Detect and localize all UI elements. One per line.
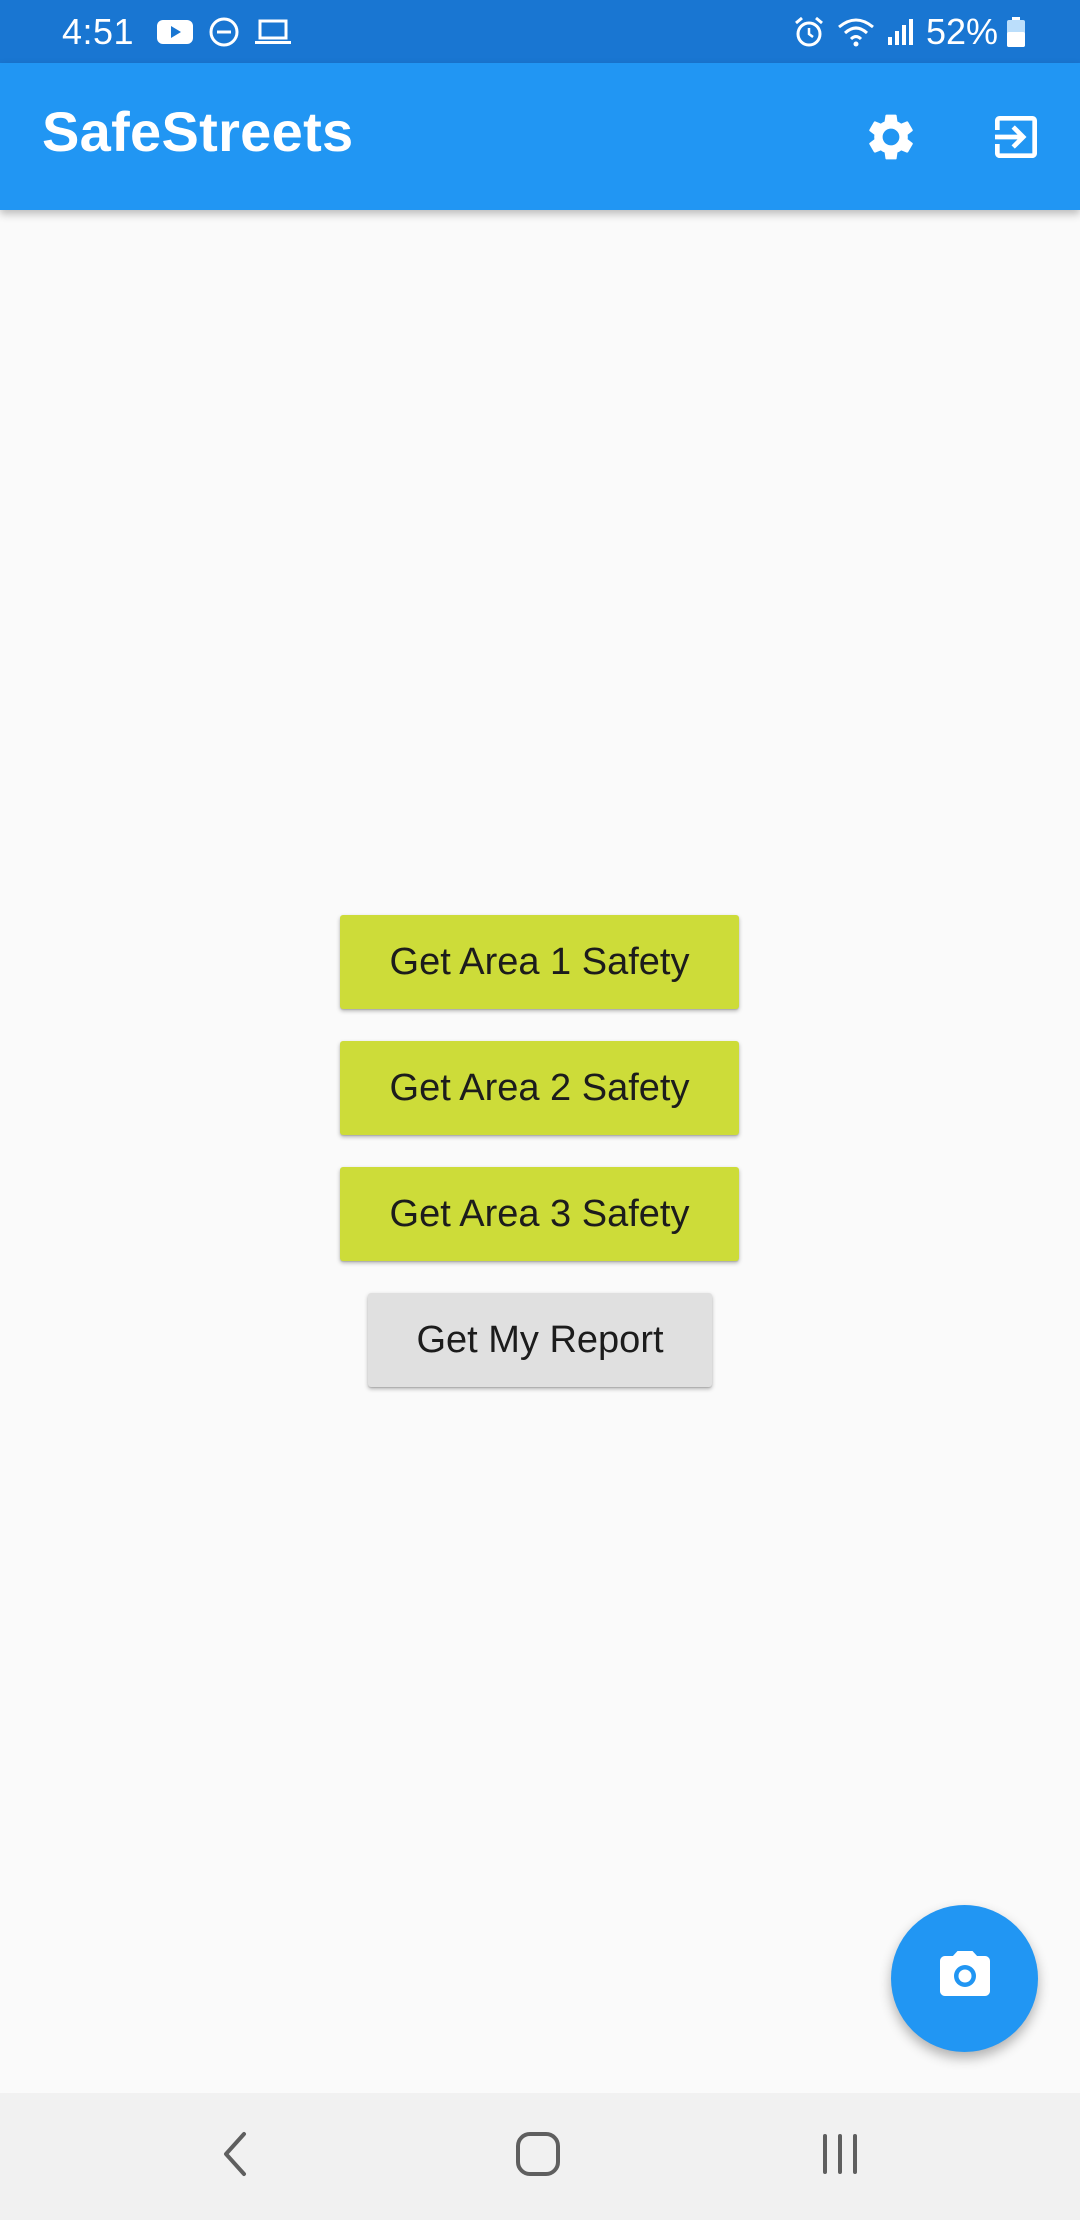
- back-icon: [216, 2129, 256, 2184]
- settings-button[interactable]: [855, 103, 927, 175]
- get-my-report-button[interactable]: Get My Report: [368, 1293, 712, 1387]
- get-area-1-safety-button[interactable]: Get Area 1 Safety: [340, 915, 739, 1009]
- signal-icon: [886, 17, 916, 47]
- get-area-3-safety-button[interactable]: Get Area 3 Safety: [340, 1167, 739, 1261]
- battery-percent: 52%: [925, 10, 998, 52]
- back-button[interactable]: [196, 2121, 276, 2191]
- youtube-icon: [156, 18, 194, 46]
- app-bar: SafeStreets: [0, 63, 1080, 210]
- status-time: 4:51: [62, 10, 135, 52]
- recent-apps-icon: [815, 2129, 865, 2184]
- logout-button[interactable]: [980, 103, 1052, 175]
- settings-icon: [863, 109, 919, 170]
- get-area-2-safety-button[interactable]: Get Area 2 Safety: [340, 1041, 739, 1135]
- battery-icon: [1006, 16, 1026, 48]
- alarm-icon: [792, 15, 826, 49]
- navigation-bar: [0, 2093, 1080, 2220]
- home-button[interactable]: [498, 2121, 578, 2191]
- home-icon: [513, 2129, 563, 2184]
- app-title: SafeStreets: [42, 100, 354, 163]
- laptop-icon: [254, 17, 292, 47]
- logout-icon: [988, 109, 1044, 170]
- recent-apps-button[interactable]: [800, 2121, 880, 2191]
- status-bar: 4:51 52%: [0, 0, 1080, 63]
- camera-fab-button[interactable]: [891, 1905, 1038, 2052]
- camera-icon: [935, 1946, 995, 2011]
- do-not-disturb-icon: [208, 16, 240, 48]
- wifi-icon: [836, 16, 876, 48]
